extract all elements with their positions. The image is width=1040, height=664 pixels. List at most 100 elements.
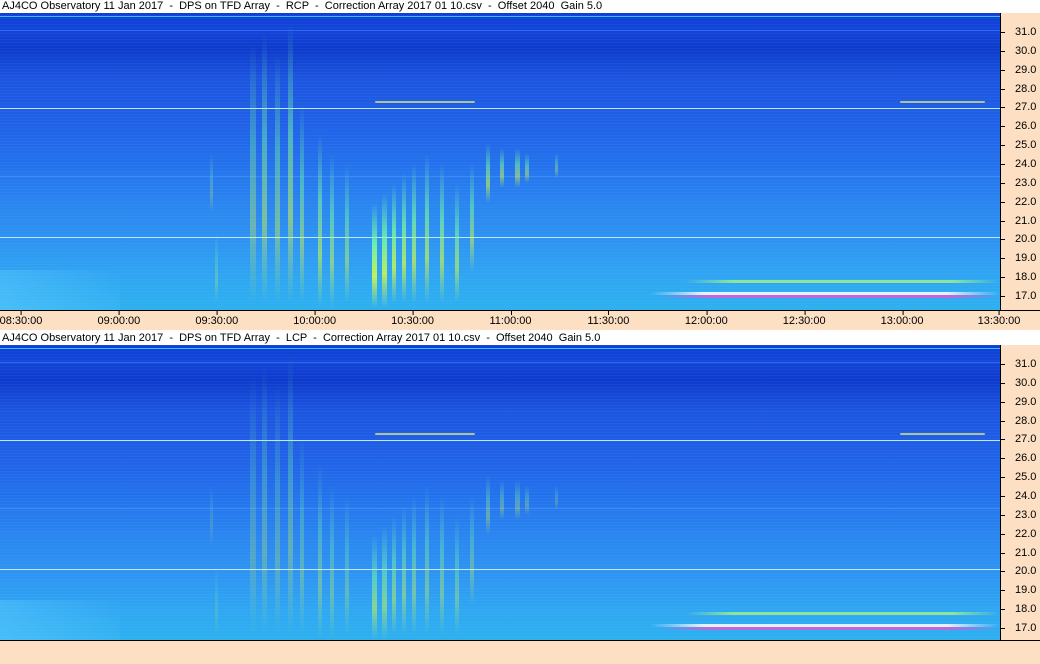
- interference-line: [0, 30, 1000, 31]
- freq-tick-label: 25.0: [1015, 471, 1037, 484]
- freq-tick: 19.0: [1001, 584, 1040, 596]
- freq-tick-label: 17.0: [1015, 621, 1037, 634]
- freq-tick-label: 28.0: [1015, 414, 1037, 427]
- radio-burst: [382, 193, 387, 308]
- freq-tick-label: 31.0: [1015, 358, 1037, 370]
- radio-burst: [486, 143, 490, 203]
- radio-burst: [250, 375, 256, 635]
- freq-tick-label: 23.0: [1015, 508, 1037, 521]
- interference-line: [0, 237, 1000, 238]
- time-tick-label: 13:30:00: [977, 311, 1021, 327]
- bottom-bar: [0, 640, 1040, 664]
- radio-burst: [318, 465, 322, 640]
- signal-trace: [685, 612, 1000, 615]
- interference-line: [0, 569, 1000, 570]
- freq-tick: 22.0: [1001, 196, 1040, 208]
- freq-tick-label: 29.0: [1015, 395, 1037, 408]
- freq-tick: 21.0: [1001, 547, 1040, 559]
- frequency-scale-rcp: 31.0 30.0 29.0 28.0 27.0 26.0 25.0 24.0 23.0 22.0…: [1000, 13, 1040, 310]
- freq-tick: 23.0: [1001, 177, 1040, 189]
- freq-tick: 30.0: [1001, 45, 1040, 57]
- signal-trace: [375, 101, 475, 103]
- time-tick-label: 13:00:00: [880, 311, 924, 327]
- low-frequency-wash: [0, 600, 120, 640]
- freq-tick-label: 20.0: [1015, 565, 1037, 578]
- freq-tick-label: 27.0: [1015, 433, 1037, 446]
- freq-tick-label: 27.0: [1015, 101, 1037, 114]
- freq-tick-label: 24.0: [1015, 157, 1037, 170]
- radio-burst: [250, 43, 256, 303]
- freq-tick: 20.0: [1001, 233, 1040, 245]
- freq-tick-label: 28.0: [1015, 82, 1037, 95]
- spectrogram-lcp[interactable]: [0, 345, 1000, 640]
- freq-tick-label: 26.0: [1015, 120, 1037, 133]
- time-axis: 08:30:00 09:00:00 09:30:00 10:00:00 10:30:00…: [0, 310, 1040, 330]
- radio-burst: [500, 148, 504, 188]
- time-tick-label: 10:30:00: [391, 311, 435, 327]
- freq-tick-label: 19.0: [1015, 252, 1037, 265]
- signal-trace: [660, 295, 1000, 298]
- radio-burst: [345, 163, 349, 303]
- freq-tick-label: 30.0: [1015, 44, 1037, 57]
- radio-burst: [486, 475, 490, 535]
- interference-line: [0, 16, 1000, 17]
- radio-burst: [275, 385, 280, 635]
- radio-burst: [262, 33, 267, 303]
- freq-tick-label: 23.0: [1015, 176, 1037, 189]
- freq-tick: 23.0: [1001, 509, 1040, 521]
- freq-tick-label: 29.0: [1015, 63, 1037, 76]
- freq-tick: 21.0: [1001, 215, 1040, 227]
- spectrogram-panel-rcp: AJ4CO Observatory 11 Jan 2017 - DPS on T…: [0, 0, 1040, 330]
- radio-burst: [515, 148, 520, 188]
- freq-tick: 29.0: [1001, 396, 1040, 408]
- freq-tick: 31.0: [1001, 26, 1040, 38]
- freq-tick: 18.0: [1001, 603, 1040, 615]
- radio-burst: [425, 485, 429, 635]
- freq-tick: 27.0: [1001, 101, 1040, 113]
- radio-burst: [392, 515, 396, 635]
- time-tick-label: 12:00:00: [684, 311, 728, 327]
- time-tick-label: 09:00:00: [97, 311, 141, 327]
- freq-tick: 20.0: [1001, 565, 1040, 577]
- freq-tick: 22.0: [1001, 528, 1040, 540]
- freq-tick: 24.0: [1001, 158, 1040, 170]
- freq-tick: 27.0: [1001, 433, 1040, 445]
- radio-burst: [412, 495, 416, 635]
- time-tick-label: 10:00:00: [293, 311, 337, 327]
- radio-burst: [300, 103, 304, 303]
- radio-burst: [330, 153, 334, 308]
- radio-burst: [330, 485, 334, 640]
- interference-line: [0, 362, 1000, 363]
- radio-burst: [470, 163, 474, 273]
- radio-burst: [275, 53, 280, 303]
- freq-tick: 25.0: [1001, 471, 1040, 483]
- time-tick-label: 08:30:00: [0, 311, 43, 327]
- freq-tick-label: 18.0: [1015, 603, 1037, 616]
- freq-tick-label: 24.0: [1015, 489, 1037, 502]
- panel-title-lcp: AJ4CO Observatory 11 Jan 2017 - DPS on T…: [0, 332, 1040, 345]
- interference-line: [0, 348, 1000, 349]
- spectrogram-rcp[interactable]: [0, 13, 1000, 310]
- freq-tick-label: 21.0: [1015, 546, 1037, 559]
- time-tick-label: 12:30:00: [782, 311, 826, 327]
- spectrogram-panel-lcp: AJ4CO Observatory 11 Jan 2017 - DPS on T…: [0, 332, 1040, 664]
- radio-burst: [345, 495, 349, 635]
- radio-burst: [525, 153, 529, 183]
- radio-burst: [402, 173, 406, 303]
- freq-tick-label: 20.0: [1015, 233, 1037, 246]
- radio-burst: [425, 153, 429, 303]
- signal-trace: [900, 101, 985, 103]
- radio-burst: [500, 480, 504, 520]
- freq-tick: 28.0: [1001, 83, 1040, 95]
- freq-tick-label: 19.0: [1015, 584, 1037, 597]
- radio-burst: [440, 495, 444, 635]
- radio-burst: [215, 565, 218, 635]
- radio-burst: [262, 365, 267, 635]
- freq-tick: 18.0: [1001, 271, 1040, 283]
- radio-burst: [382, 525, 387, 640]
- signal-trace: [660, 627, 1000, 630]
- frequency-scale-lcp: 31.0 30.0 29.0 28.0 27.0 26.0 25.0 24.0 23.0 22.0…: [1000, 345, 1040, 640]
- low-frequency-wash: [0, 270, 120, 310]
- freq-tick: 25.0: [1001, 139, 1040, 151]
- freq-tick: 24.0: [1001, 490, 1040, 502]
